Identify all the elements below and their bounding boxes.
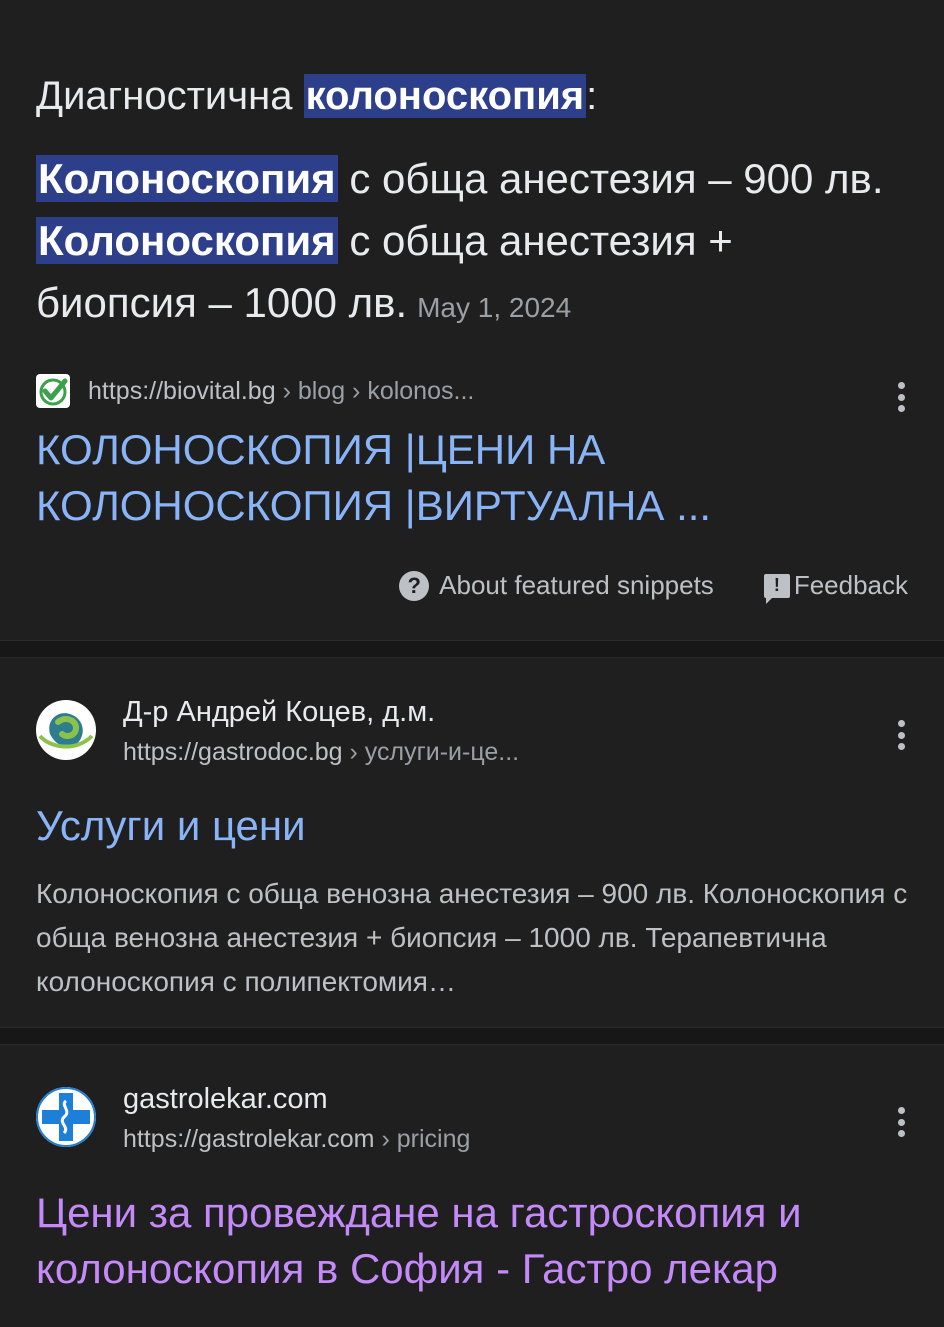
search-result: gastrolekar.com https://gastrolekar.com … <box>0 1045 944 1327</box>
answer-highlight-1: Колоноскопия <box>36 155 338 202</box>
snippet-date: May 1, 2024 <box>417 292 572 323</box>
result-title-link[interactable]: Цени за провеждане на гастроскопия и кол… <box>36 1185 896 1297</box>
about-featured-snippets-link[interactable]: About featured snippets <box>439 570 714 601</box>
answer-highlight-2: Колоноскопия <box>36 217 338 264</box>
result-separator <box>0 640 944 658</box>
snippet-title-link[interactable]: КОЛОНОСКОПИЯ |ЦЕНИ НА КОЛОНОСКОПИЯ |ВИРТ… <box>36 422 856 534</box>
result-site-name[interactable]: Д-р Андрей Коцев, д.м. <box>123 696 435 729</box>
result-url[interactable]: https://gastrodoc.bg › услуги-и-це... <box>123 738 519 767</box>
featured-snippet-card: Диагностична колоноскопия: Колоноскопия … <box>0 0 944 640</box>
result-site-name[interactable]: gastrolekar.com <box>123 1083 328 1116</box>
result-description: Колоноскопия с обща венозна анестезия – … <box>36 878 908 997</box>
snippet-heading: Диагностична колоноскопия: <box>36 70 597 122</box>
result-title-link[interactable]: Услуги и цени <box>36 798 306 854</box>
gastrolekar-favicon-icon <box>36 1087 96 1147</box>
more-options-icon[interactable] <box>896 720 906 750</box>
feedback-link[interactable]: Feedback <box>794 570 908 601</box>
snippet-source[interactable]: https://biovital.bg › blog › kolonos... <box>36 374 474 408</box>
answer-text-1: с обща анестезия – 900 лв. <box>337 155 884 202</box>
snippet-source-url: https://biovital.bg › blog › kolonos... <box>88 376 475 405</box>
heading-colon: : <box>586 74 598 118</box>
result-url[interactable]: https://gastrolekar.com › pricing <box>123 1125 470 1154</box>
gastrodoc-favicon-icon <box>36 700 96 760</box>
biovital-favicon-icon <box>36 374 70 408</box>
snippet-answer: Колоноскопия с обща анестезия – 900 лв. … <box>36 148 896 339</box>
search-result: Д-р Андрей Коцев, д.м. https://gastrodoc… <box>0 658 944 1026</box>
result-separator <box>0 1027 944 1045</box>
feedback-icon: ! <box>763 573 790 604</box>
more-options-icon[interactable] <box>896 382 906 412</box>
heading-highlight: колоноскопия <box>303 74 587 118</box>
snippet-footer: ? About featured snippets ! Feedback <box>399 570 908 604</box>
more-options-icon[interactable] <box>896 1107 906 1137</box>
help-icon: ? <box>399 570 430 601</box>
heading-text: Диагностична <box>36 74 304 118</box>
